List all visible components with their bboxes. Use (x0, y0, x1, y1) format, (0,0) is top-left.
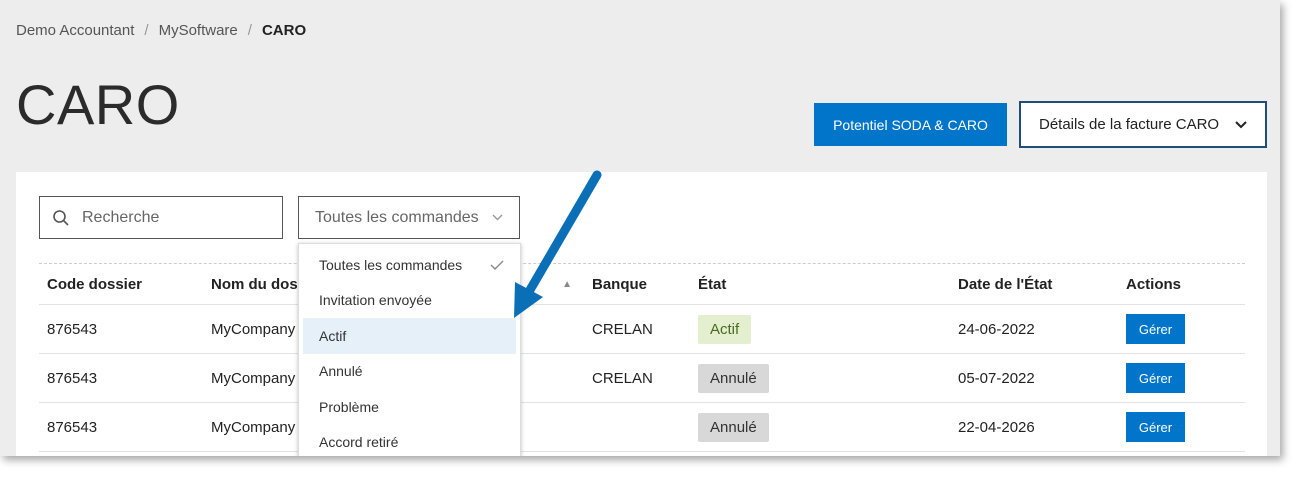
header-etat[interactable]: État (690, 264, 950, 305)
menu-item-label: Problème (319, 398, 379, 415)
code-dossier-link[interactable]: 876543 (39, 304, 203, 354)
banque-cell: CRELAN (584, 304, 690, 354)
status-badge: Annulé (698, 363, 769, 393)
search-box[interactable] (39, 196, 283, 239)
search-input[interactable] (80, 207, 264, 228)
header-banque[interactable]: Banque (584, 264, 690, 305)
etat-cell: Annulé (690, 402, 950, 452)
menu-item-label: Accord retiré (319, 434, 399, 451)
menu-item-label: Actif (319, 327, 347, 344)
header-date-etat[interactable]: Date de l'État (950, 264, 1118, 305)
breadcrumb-separator: / (144, 22, 149, 39)
breadcrumb-item-demo-accountant[interactable]: Demo Accountant (16, 22, 134, 39)
table-row: 876543 MyCompany Annulé 22-04-2026 Gérer (39, 402, 1245, 452)
breadcrumb-item-current: CARO (261, 22, 307, 39)
order-filter-menu: Toutes les commandes Invitation envoyée … (298, 243, 521, 456)
etat-cell: Actif (690, 304, 950, 354)
chevron-down-icon (492, 214, 503, 221)
menu-item-label: Invitation envoyée (319, 292, 432, 309)
menu-item-annule[interactable]: Annulé (299, 354, 520, 390)
app-window: Demo Accountant / MySoftware / CARO CARO… (0, 0, 1280, 456)
menu-item-actif[interactable]: Actif (303, 318, 516, 354)
code-dossier-link[interactable]: 876543 (39, 402, 203, 452)
table-row: 876543 MyCompany CRELAN Actif 24-06-2022… (39, 304, 1245, 354)
actions-cell: Gérer (1118, 353, 1245, 403)
invoice-details-dropdown-button[interactable]: Détails de la facture CARO (1019, 101, 1267, 148)
gerer-button[interactable]: Gérer (1126, 314, 1185, 344)
breadcrumb-separator: / (247, 22, 252, 39)
status-badge: Annulé (698, 412, 769, 442)
page-title: CARO (16, 73, 180, 136)
status-badge: Actif (698, 314, 752, 344)
potentiel-soda-caro-button[interactable]: Potentiel SODA & CARO (814, 103, 1007, 146)
gerer-button[interactable]: Gérer (1126, 363, 1185, 393)
menu-item-invitation-envoyee[interactable]: Invitation envoyée (299, 283, 520, 319)
breadcrumb: Demo Accountant / MySoftware / CARO (16, 22, 306, 39)
code-dossier-link[interactable]: 876543 (39, 353, 203, 403)
etat-cell: Annulé (690, 353, 950, 403)
orders-table: Code dossier Nom du dossier ▲ Banque Éta… (39, 264, 1245, 452)
order-filter-select[interactable]: Toutes les commandes (298, 196, 520, 239)
actions-cell: Gérer (1118, 304, 1245, 354)
menu-item-probleme[interactable]: Problème (299, 389, 520, 425)
content-panel: Toutes les commandes Code dossier Nom du… (16, 172, 1267, 456)
header-code-dossier[interactable]: Code dossier (39, 264, 203, 305)
invoice-details-label: Détails de la facture CARO (1039, 116, 1220, 133)
date-cell: 24-06-2022 (950, 304, 1118, 354)
checkmark-icon (490, 260, 504, 270)
actions-cell: Gérer (1118, 402, 1245, 452)
search-icon (53, 209, 69, 226)
breadcrumb-item-mysoftware[interactable]: MySoftware (159, 22, 238, 39)
table-header-row: Code dossier Nom du dossier ▲ Banque Éta… (39, 264, 1245, 305)
banque-cell: CRELAN (584, 353, 690, 403)
sort-icon[interactable]: ▲ (562, 279, 572, 290)
header-actions: Actions (1118, 264, 1245, 305)
chevron-down-icon (1235, 120, 1247, 128)
menu-item-toutes-les-commandes[interactable]: Toutes les commandes (299, 247, 520, 283)
banque-cell (584, 402, 690, 452)
date-cell: 22-04-2026 (950, 402, 1118, 452)
menu-item-label: Toutes les commandes (319, 256, 463, 273)
gerer-button[interactable]: Gérer (1126, 412, 1185, 442)
order-filter-value: Toutes les commandes (315, 208, 479, 226)
date-cell: 05-07-2022 (950, 353, 1118, 403)
menu-item-label: Annulé (319, 363, 363, 380)
table-row: 876543 MyCompany CRELAN Annulé 05-07-202… (39, 353, 1245, 403)
menu-item-accord-retire[interactable]: Accord retiré (299, 425, 520, 457)
